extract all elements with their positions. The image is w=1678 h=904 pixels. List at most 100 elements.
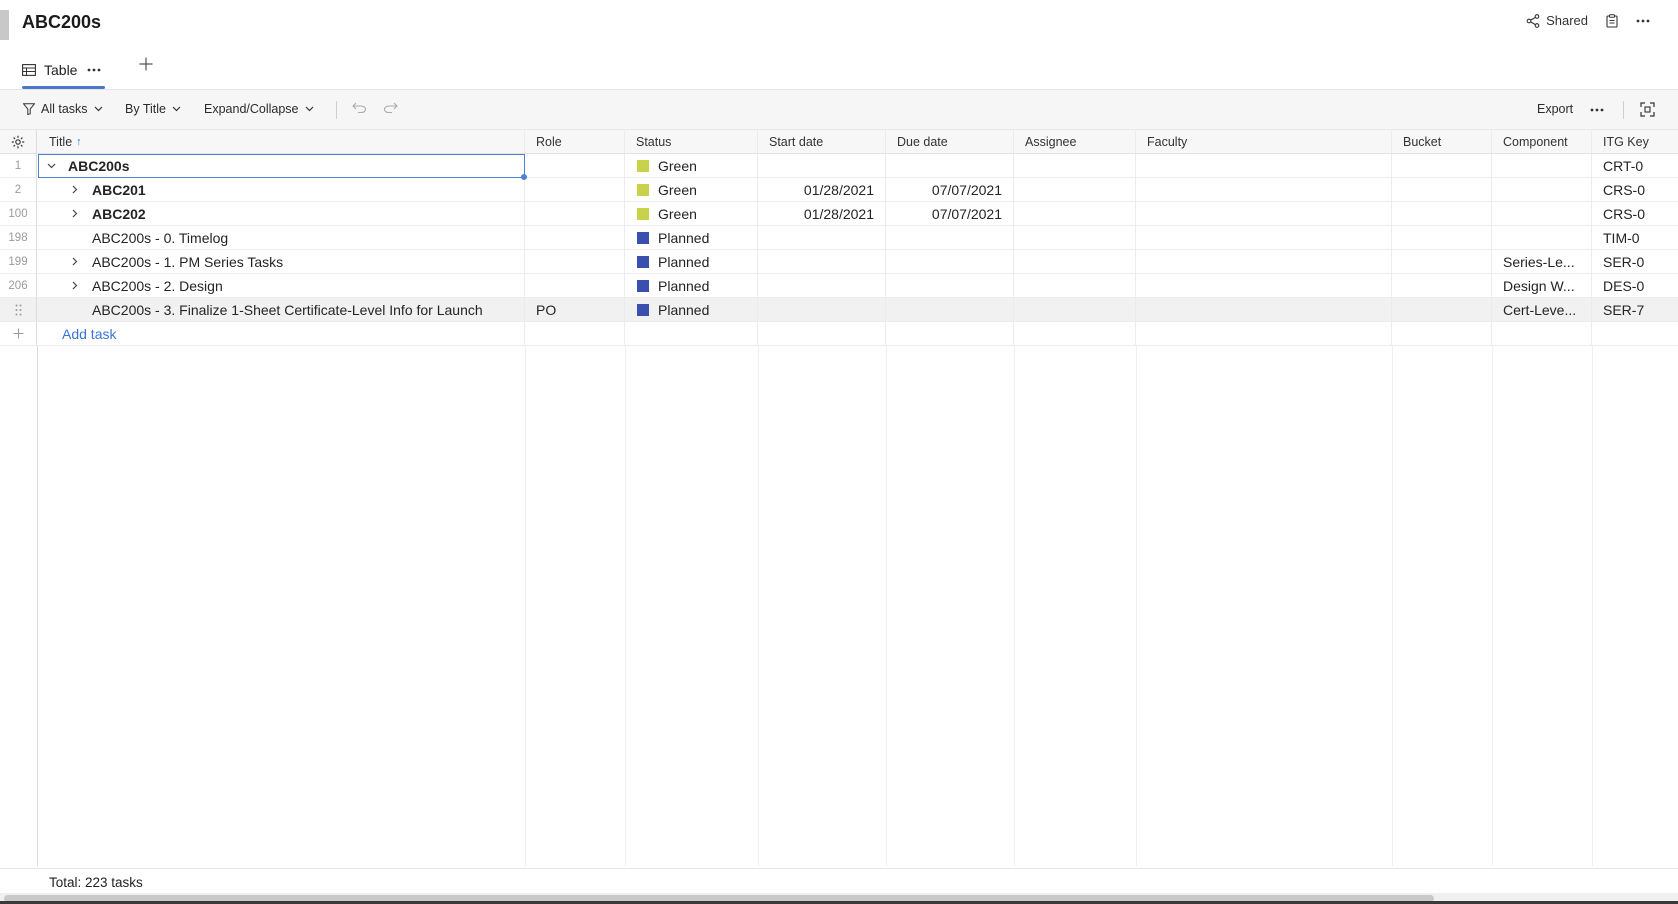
faculty-cell[interactable] [1136, 178, 1392, 201]
undo-button[interactable] [352, 102, 367, 113]
start-date-cell[interactable]: 01/28/2021 [758, 202, 886, 225]
toolbar-more-button[interactable] [1590, 108, 1604, 112]
export-button[interactable]: Export [1537, 102, 1573, 116]
start-date-cell[interactable] [758, 274, 886, 297]
chevron-right-icon[interactable] [68, 209, 82, 218]
col-itg-key[interactable]: ITG Key [1592, 130, 1678, 153]
role-cell[interactable] [525, 274, 625, 297]
role-cell[interactable]: PO [525, 298, 625, 321]
add-task-row[interactable]: Add task [0, 322, 1678, 346]
role-cell[interactable] [525, 226, 625, 249]
assignee-cell[interactable] [1014, 202, 1136, 225]
status-cell[interactable]: Planned [625, 298, 758, 321]
component-cell[interactable] [1492, 226, 1592, 249]
task-title-cell[interactable]: ABC200s - 2. Design [38, 274, 525, 297]
assignee-cell[interactable] [1014, 298, 1136, 321]
status-cell[interactable]: Green [625, 202, 758, 225]
task-title-cell[interactable]: ABC202 [38, 202, 525, 225]
group-by-dropdown[interactable]: By Title [125, 102, 181, 116]
itg-key-cell[interactable]: SER-7 [1592, 298, 1678, 321]
due-date-cell[interactable] [886, 250, 1014, 273]
bucket-cell[interactable] [1392, 274, 1492, 297]
assignee-cell[interactable] [1014, 250, 1136, 273]
col-due-date[interactable]: Due date [886, 130, 1014, 153]
due-date-cell[interactable]: 07/07/2021 [886, 178, 1014, 201]
role-cell[interactable] [525, 154, 625, 177]
assignee-cell[interactable] [1014, 178, 1136, 201]
drag-handle[interactable] [0, 298, 37, 321]
status-cell[interactable]: Planned [625, 226, 758, 249]
assignee-cell[interactable] [1014, 154, 1136, 177]
itg-key-cell[interactable]: CRT-0 [1592, 154, 1678, 177]
add-view-button[interactable] [136, 56, 156, 76]
chevron-right-icon[interactable] [68, 257, 82, 266]
component-cell[interactable]: Design W... [1492, 274, 1592, 297]
chevron-right-icon[interactable] [68, 185, 82, 194]
table-row[interactable]: 100 ABC202 Green 01/28/2021 07/07/2021 C… [0, 202, 1678, 226]
component-cell[interactable] [1492, 202, 1592, 225]
grid-settings-button[interactable] [0, 130, 37, 153]
col-component[interactable]: Component [1492, 130, 1592, 153]
due-date-cell[interactable]: 07/07/2021 [886, 202, 1014, 225]
more-options-icon[interactable] [1636, 19, 1650, 23]
faculty-cell[interactable] [1136, 274, 1392, 297]
bucket-cell[interactable] [1392, 250, 1492, 273]
status-cell[interactable]: Green [625, 154, 758, 177]
col-status[interactable]: Status [625, 130, 758, 153]
chevron-right-icon[interactable] [68, 281, 82, 290]
faculty-cell[interactable] [1136, 226, 1392, 249]
tab-table[interactable]: Table [22, 56, 101, 84]
start-date-cell[interactable] [758, 154, 886, 177]
start-date-cell[interactable] [758, 226, 886, 249]
col-title[interactable]: Title ↑ [38, 130, 525, 153]
task-title-cell[interactable]: ABC200s - 1. PM Series Tasks [38, 250, 525, 273]
col-faculty[interactable]: Faculty [1136, 130, 1392, 153]
bucket-cell[interactable] [1392, 154, 1492, 177]
table-row[interactable]: 198 ABC200s - 0. Timelog Planned TIM-0 [0, 226, 1678, 250]
role-cell[interactable] [525, 250, 625, 273]
itg-key-cell[interactable]: TIM-0 [1592, 226, 1678, 249]
col-role[interactable]: Role [525, 130, 625, 153]
add-row-button[interactable] [0, 322, 37, 345]
role-cell[interactable] [525, 202, 625, 225]
component-cell[interactable] [1492, 178, 1592, 201]
expand-collapse-dropdown[interactable]: Expand/Collapse [204, 102, 314, 116]
status-cell[interactable]: Planned [625, 250, 758, 273]
start-date-cell[interactable] [758, 250, 886, 273]
bucket-cell[interactable] [1392, 298, 1492, 321]
due-date-cell[interactable] [886, 298, 1014, 321]
focus-mode-button[interactable] [1640, 102, 1655, 117]
task-title-cell[interactable]: ABC201 [38, 178, 525, 201]
due-date-cell[interactable] [886, 274, 1014, 297]
status-cell[interactable]: Green [625, 178, 758, 201]
component-cell[interactable]: Series-Le... [1492, 250, 1592, 273]
task-title-cell[interactable]: ABC200s - 0. Timelog [38, 226, 525, 249]
clipboard-icon[interactable] [1606, 13, 1618, 28]
itg-key-cell[interactable]: DES-0 [1592, 274, 1678, 297]
component-cell[interactable]: Cert-Leve... [1492, 298, 1592, 321]
assignee-cell[interactable] [1014, 226, 1136, 249]
task-title-cell[interactable]: ABC200s [38, 154, 525, 177]
shared-button[interactable]: Shared [1526, 13, 1588, 28]
itg-key-cell[interactable]: SER-0 [1592, 250, 1678, 273]
table-row[interactable]: 206 ABC200s - 2. Design Planned Design W… [0, 274, 1678, 298]
task-title-cell[interactable]: ABC200s - 3. Finalize 1-Sheet Certificat… [38, 298, 525, 321]
role-cell[interactable] [525, 178, 625, 201]
col-bucket[interactable]: Bucket [1392, 130, 1492, 153]
faculty-cell[interactable] [1136, 154, 1392, 177]
status-cell[interactable]: Planned [625, 274, 758, 297]
bucket-cell[interactable] [1392, 226, 1492, 249]
due-date-cell[interactable] [886, 154, 1014, 177]
itg-key-cell[interactable]: CRS-0 [1592, 178, 1678, 201]
itg-key-cell[interactable]: CRS-0 [1592, 202, 1678, 225]
add-task-cell[interactable]: Add task [38, 322, 525, 345]
due-date-cell[interactable] [886, 226, 1014, 249]
start-date-cell[interactable]: 01/28/2021 [758, 178, 886, 201]
table-row[interactable]: 2 ABC201 Green 01/28/2021 07/07/2021 CRS… [0, 178, 1678, 202]
table-row[interactable]: 1 ABC200s Green CRT-0 [0, 154, 1678, 178]
col-assignee[interactable]: Assignee [1014, 130, 1136, 153]
tab-more-icon[interactable] [87, 68, 101, 72]
table-row[interactable]: 199 ABC200s - 1. PM Series Tasks Planned… [0, 250, 1678, 274]
faculty-cell[interactable] [1136, 202, 1392, 225]
component-cell[interactable] [1492, 154, 1592, 177]
